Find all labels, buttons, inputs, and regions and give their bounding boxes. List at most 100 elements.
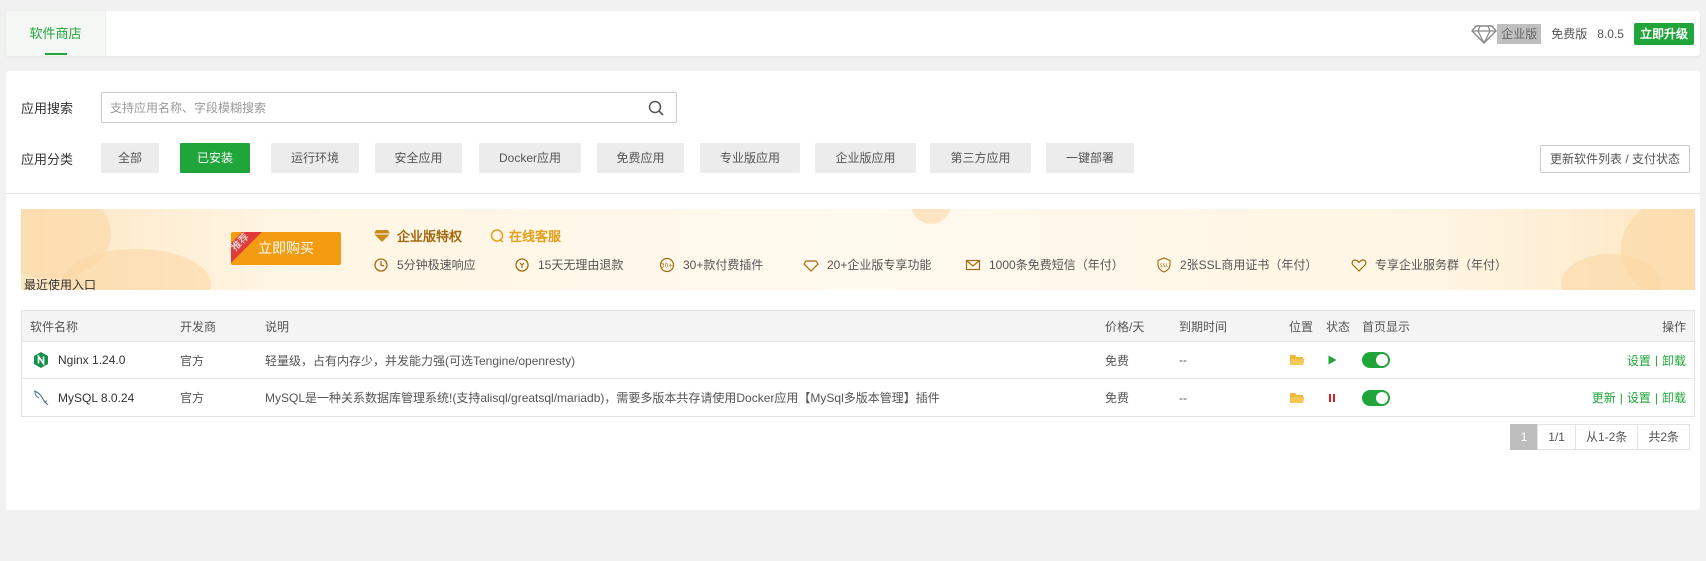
promo-banner: 推荐 立即购买 企业版特权 在线客服 5分钟极速响应 15天无理由退款 30+ … <box>21 209 1695 290</box>
chat-icon <box>490 228 504 243</box>
feature-text: 1000条免费短信（年付） <box>989 258 1124 272</box>
feature-item: 30+ 30+款付费插件 <box>659 256 763 273</box>
version-label: 8.0.5 <box>1597 26 1624 41</box>
category-security[interactable]: 安全应用 <box>375 143 462 173</box>
feature-text: 2张SSL商用证书（年付） <box>1180 258 1318 272</box>
header-description: 说明 <box>265 319 290 334</box>
app-name-cell[interactable]: Nginx 1.24.0 <box>32 342 125 378</box>
price: 免费 <box>1105 391 1130 405</box>
settings-link[interactable]: 设置 <box>1627 352 1651 369</box>
header-operations: 操作 <box>1661 319 1686 334</box>
header-name: 软件名称 <box>30 319 79 334</box>
refresh-list-button[interactable]: 更新软件列表 / 支付状态 <box>1539 145 1690 173</box>
developer: 官方 <box>180 391 205 405</box>
online-support-link[interactable]: 在线客服 <box>489 226 561 245</box>
folder-icon[interactable] <box>1289 353 1305 367</box>
table-row: Nginx 1.24.0 官方 轻量级，占有内存少，并发能力强(可选Tengin… <box>22 342 1694 379</box>
search-box <box>101 92 677 123</box>
clock-icon <box>374 257 388 272</box>
diamond-icon <box>1471 24 1498 44</box>
online-support-text: 在线客服 <box>509 229 562 244</box>
category-third-party[interactable]: 第三方应用 <box>930 143 1031 173</box>
enterprise-privilege-title: 企业版特权 <box>373 226 462 245</box>
plugin-icon: 30+ <box>659 257 675 272</box>
operations-cell: 设置 | 卸载 <box>1627 342 1686 378</box>
buy-now-label: 立即购买 <box>258 240 314 256</box>
category-pro[interactable]: 专业版应用 <box>700 143 800 173</box>
feature-text: 专享企业服务群（年付） <box>1375 258 1508 272</box>
mysql-icon <box>33 389 49 405</box>
update-link[interactable]: 更新 <box>1592 389 1616 406</box>
operations-cell: 更新 | 设置 | 卸载 <box>1592 379 1686 416</box>
buy-now-button[interactable]: 推荐 立即购买 <box>231 232 341 265</box>
uninstall-link[interactable]: 卸载 <box>1662 352 1686 369</box>
page-total: 共2条 <box>1637 424 1690 450</box>
mail-icon <box>965 259 981 270</box>
home-display-cell <box>1362 342 1390 378</box>
home-display-toggle[interactable] <box>1362 352 1390 368</box>
tab-software-store[interactable]: 软件商店 <box>6 11 106 56</box>
separator: | <box>1619 390 1623 405</box>
feature-item: 1000条免费短信（年付） <box>965 256 1124 273</box>
upgrade-button[interactable]: 立即升级 <box>1633 22 1694 45</box>
expire-time: -- <box>1179 353 1187 367</box>
svg-text:SSL: SSL <box>1160 263 1169 269</box>
separator: | <box>1654 390 1658 405</box>
category-enterprise[interactable]: 企业版应用 <box>815 143 916 173</box>
header-price: 价格/天 <box>1105 319 1145 334</box>
pagination: 1 1/1 从1-2条 共2条 <box>1509 424 1690 450</box>
divider <box>6 193 1700 194</box>
software-table: 软件名称 开发商 说明 价格/天 到期时间 位置 状态 首页显示 操作 Ngin… <box>21 310 1695 417</box>
developer: 官方 <box>180 353 205 368</box>
expire-time: -- <box>1179 390 1187 405</box>
category-runtime[interactable]: 运行环境 <box>271 143 359 173</box>
app-name: MySQL 8.0.24 <box>58 390 135 405</box>
feature-item: SSL 2张SSL商用证书（年付） <box>1156 256 1317 273</box>
uninstall-link[interactable]: 卸载 <box>1662 389 1686 406</box>
nginx-icon <box>34 352 48 368</box>
stopped-pause-icon[interactable] <box>1326 392 1338 404</box>
main-panel: 应用搜索 应用分类 全部 已安装 运行环境 安全应用 Docker应用 免费应用… <box>6 71 1700 510</box>
price: 免费 <box>1105 353 1130 368</box>
header-developer: 开发商 <box>180 319 217 334</box>
enterprise-badge[interactable]: 企业版 <box>1497 23 1542 44</box>
category-installed[interactable]: 已安装 <box>180 143 250 173</box>
tab-label: 软件商店 <box>29 26 82 41</box>
status-cell <box>1326 379 1338 416</box>
category-free[interactable]: 免费应用 <box>597 143 684 173</box>
home-display-toggle[interactable] <box>1362 389 1390 406</box>
tab-underline <box>45 53 67 55</box>
header-expire: 到期时间 <box>1179 319 1228 334</box>
header-status: 状态 <box>1326 319 1351 334</box>
page-count: 1/1 <box>1537 424 1576 450</box>
separator: | <box>1654 353 1658 367</box>
heart-icon <box>1351 258 1367 272</box>
edition-area: 企业版 免费版 8.0.5 立即升级 <box>1471 11 1694 56</box>
search-label: 应用搜索 <box>21 101 74 116</box>
app-name-cell[interactable]: MySQL 8.0.24 <box>32 379 134 416</box>
search-input[interactable] <box>102 93 622 122</box>
free-edition-label: 免费版 <box>1551 27 1588 41</box>
category-docker[interactable]: Docker应用 <box>479 143 581 173</box>
settings-link[interactable]: 设置 <box>1627 389 1651 406</box>
feature-text: 15天无理由退款 <box>538 258 624 272</box>
category-label: 应用分类 <box>21 152 74 167</box>
search-icon[interactable] <box>648 100 664 116</box>
feature-text: 5分钟极速响应 <box>397 258 476 272</box>
location-cell <box>1289 342 1305 378</box>
table-header: 软件名称 开发商 说明 价格/天 到期时间 位置 状态 首页显示 操作 <box>22 311 1694 342</box>
description: 轻量级，占有内存少，并发能力强(可选Tengine/openresty) <box>265 353 576 368</box>
refund-icon <box>515 257 529 272</box>
category-one-click[interactable]: 一键部署 <box>1046 143 1134 173</box>
page-range: 从1-2条 <box>1574 424 1639 450</box>
feature-item: 15天无理由退款 <box>514 256 623 273</box>
diamond-icon <box>374 229 390 242</box>
page-current[interactable]: 1 <box>1509 424 1539 450</box>
banner-decoration <box>911 209 951 224</box>
header-home-display: 首页显示 <box>1362 319 1411 334</box>
enterprise-privilege-text: 企业版特权 <box>397 229 463 244</box>
category-all[interactable]: 全部 <box>101 143 159 173</box>
folder-icon[interactable] <box>1289 391 1305 405</box>
home-display-cell <box>1362 379 1390 416</box>
running-play-icon[interactable] <box>1326 354 1338 366</box>
